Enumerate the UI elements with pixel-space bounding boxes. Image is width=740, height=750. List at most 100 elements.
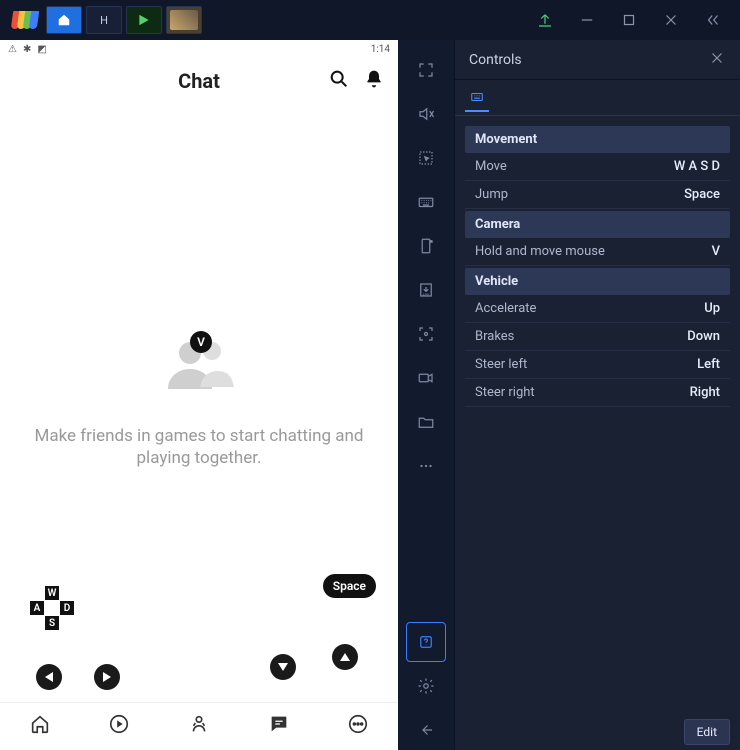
install-apk-button[interactable] (406, 226, 446, 266)
minimize-button[interactable] (566, 0, 608, 40)
collapse-sidebar-button[interactable] (692, 0, 734, 40)
fullscreen-icon (417, 61, 435, 79)
more-circle-icon (347, 713, 369, 735)
control-row: Hold and move mouseV (465, 238, 730, 266)
triangle-down-icon (278, 663, 288, 671)
media-folder-button[interactable] (406, 402, 446, 442)
videocam-icon (417, 369, 435, 387)
upload-icon (536, 11, 554, 29)
home-tab[interactable] (46, 6, 82, 34)
close-icon (662, 11, 680, 29)
control-label: Steer left (475, 357, 697, 372)
nav-home[interactable] (29, 713, 51, 740)
control-label: Jump (475, 187, 684, 202)
page-title: Chat (178, 69, 220, 93)
control-label: Accelerate (475, 301, 704, 316)
control-value: Space (684, 187, 720, 202)
window-titlebar: H (0, 0, 740, 40)
control-row: AccelerateUp (465, 295, 730, 323)
maximize-button[interactable] (608, 0, 650, 40)
status-time: 1:14 (371, 44, 390, 55)
control-row: BrakesDown (465, 323, 730, 351)
close-window-button[interactable] (650, 0, 692, 40)
apk-download-icon: APK (417, 281, 435, 299)
more-tools-button[interactable] (406, 446, 446, 486)
play-icon (137, 13, 151, 27)
settings-button[interactable] (406, 666, 446, 706)
chevrons-left-icon (704, 11, 722, 29)
game-tab[interactable] (166, 6, 202, 34)
space-key-overlay[interactable]: Space (323, 574, 376, 598)
close-panel-button[interactable] (708, 49, 726, 71)
control-value: Down (687, 329, 720, 344)
locate-icon (417, 325, 435, 343)
help-button[interactable] (406, 622, 446, 662)
app-logo-tab[interactable] (6, 6, 42, 34)
back-button[interactable] (406, 710, 446, 750)
back-arrow-icon (417, 721, 435, 739)
record-button[interactable] (406, 358, 446, 398)
nav-avatar[interactable] (188, 713, 210, 740)
minimize-icon (578, 11, 596, 29)
avatar-icon (188, 713, 210, 735)
edit-button[interactable]: Edit (684, 719, 730, 745)
bluestacks-logo-icon (12, 11, 36, 29)
nav-chat[interactable] (268, 713, 290, 740)
key-a[interactable]: A (30, 601, 44, 615)
warning-icon: ⚠ (8, 44, 17, 55)
scheme-tab[interactable] (465, 84, 489, 112)
game-thumb-icon (170, 10, 198, 30)
search-button[interactable] (328, 68, 350, 94)
section-header: Movement (465, 126, 730, 153)
nav-more[interactable] (347, 713, 369, 740)
control-label: Move (475, 159, 674, 174)
square-icon: ◩ (37, 44, 46, 55)
controls-panel: Controls MovementMoveW A S DJumpSpaceCam… (454, 40, 740, 750)
gear-icon (417, 677, 435, 695)
tab-h[interactable]: H (86, 6, 122, 34)
control-down[interactable] (270, 654, 296, 680)
key-d[interactable]: D (60, 601, 74, 615)
fullscreen-button[interactable] (406, 50, 446, 90)
panel-title: Controls (469, 52, 522, 68)
wasd-dpad[interactable]: W A S D (30, 586, 74, 630)
control-value: Up (704, 301, 720, 316)
android-status-bar: ⚠ ✱ ◩ 1:14 (0, 40, 398, 58)
maximize-icon (620, 11, 638, 29)
bell-icon (364, 69, 384, 89)
close-icon (708, 49, 726, 67)
people-icon: V (164, 337, 234, 407)
notifications-button[interactable] (364, 69, 384, 93)
triangle-right-icon (103, 672, 111, 682)
control-up[interactable] (332, 644, 358, 670)
upload-button[interactable] (524, 0, 566, 40)
locate-button[interactable] (406, 314, 446, 354)
control-left[interactable] (36, 664, 62, 690)
control-right[interactable] (94, 664, 120, 690)
nav-discover[interactable] (108, 713, 130, 740)
cursor-lock-button[interactable] (406, 138, 446, 178)
settings-small-icon: ✱ (23, 44, 31, 55)
control-value: W A S D (674, 159, 720, 174)
control-value: Right (690, 385, 720, 400)
mute-button[interactable] (406, 94, 446, 134)
playstore-tab[interactable] (126, 6, 162, 34)
v-key-badge[interactable]: V (190, 331, 212, 353)
right-toolbar: APK (398, 40, 454, 750)
control-label: Steer right (475, 385, 690, 400)
triangle-up-icon (340, 653, 350, 661)
control-row: Steer rightRight (465, 379, 730, 407)
keyboard-icon (469, 90, 485, 104)
control-label: Brakes (475, 329, 687, 344)
key-w[interactable]: W (45, 586, 59, 600)
keymap-button[interactable] (406, 182, 446, 222)
empty-state-text: Make friends in games to start chatting … (0, 425, 398, 469)
apk-button[interactable]: APK (406, 270, 446, 310)
help-icon (417, 633, 435, 651)
key-s[interactable]: S (45, 616, 59, 630)
section-header: Vehicle (465, 268, 730, 295)
control-row: Steer leftLeft (465, 351, 730, 379)
play-circle-icon (108, 713, 130, 735)
control-value: V (712, 244, 720, 259)
cursor-icon (417, 149, 435, 167)
